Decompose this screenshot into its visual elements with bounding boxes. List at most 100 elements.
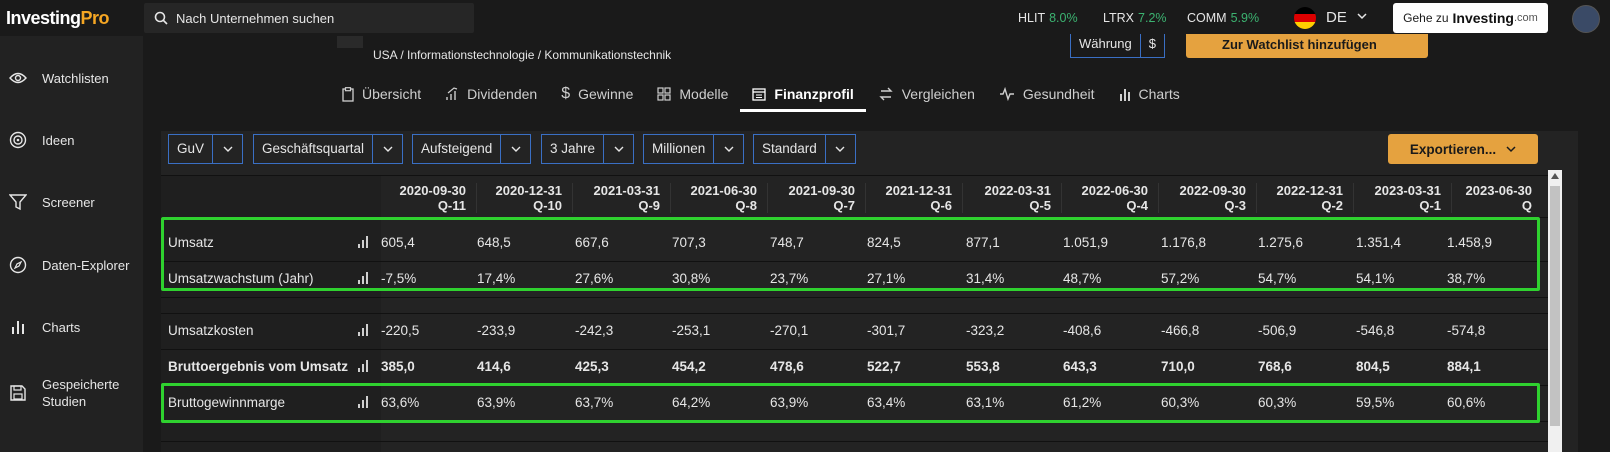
row-chart-icon[interactable] xyxy=(357,360,369,372)
table-cell: 522,7 xyxy=(867,359,901,374)
chevron-down-icon[interactable] xyxy=(500,135,530,163)
ticker-ltrx[interactable]: LTRX 7.2% xyxy=(1103,11,1167,25)
table-cell: 710,0 xyxy=(1161,359,1195,374)
tab-gewinne[interactable]: $ Gewinne xyxy=(549,76,645,112)
table-cell: 804,5 xyxy=(1356,359,1390,374)
sidebar-item-daten-explorer[interactable]: Daten-Explorer xyxy=(8,255,129,275)
germany-flag-icon[interactable] xyxy=(1294,7,1316,29)
chevron-down-icon[interactable] xyxy=(824,135,855,163)
search-input[interactable] xyxy=(176,10,466,26)
scrollbar-thumb[interactable] xyxy=(1550,186,1560,426)
column-header[interactable]: 2021-09-30 Q-7 xyxy=(765,183,856,213)
add-to-watchlist-button[interactable]: Zur Watchlist hinzufügen xyxy=(1186,34,1428,58)
sidebar-item-gespeicherte-studien[interactable]: Gespeicherte Studien xyxy=(8,376,132,410)
chevron-down-icon[interactable] xyxy=(372,135,402,163)
sidebar: Watchlisten Ideen Screener Daten-Explore… xyxy=(0,36,143,452)
column-separator xyxy=(1256,183,1257,213)
target-icon xyxy=(8,130,28,150)
bar-chart-icon xyxy=(1119,87,1131,101)
highlight-box xyxy=(161,383,1540,423)
column-header[interactable]: 2020-12-31 Q-10 xyxy=(472,183,563,213)
sidebar-item-charts[interactable]: Charts xyxy=(8,317,80,337)
column-header[interactable]: 2021-12-31 Q-6 xyxy=(862,183,953,213)
sidebar-item-screener[interactable]: Screener xyxy=(8,192,95,212)
tab-gesundheit[interactable]: Gesundheit xyxy=(987,76,1107,112)
table-cell: 414,6 xyxy=(477,359,511,374)
ticker-comm[interactable]: COMM 5.9% xyxy=(1187,11,1259,25)
sidebar-item-ideen[interactable]: Ideen xyxy=(8,130,75,150)
top-bar: InvestingPro HLIT8.0% LTRX7.2% COMM5.9% … xyxy=(0,0,1610,36)
table-cell: 768,6 xyxy=(1258,359,1292,374)
row-chart-icon[interactable] xyxy=(357,324,369,336)
statement-dropdown[interactable]: GuV xyxy=(168,134,244,164)
avatar[interactable] xyxy=(1572,5,1600,33)
language-selector[interactable]: DE xyxy=(1326,9,1347,26)
table-row[interactable]: Umsatzkosten -220,5 -233,9 -242,3 -253,1 -270… xyxy=(161,313,1561,349)
column-separator xyxy=(670,183,671,213)
table-cell: -506,9 xyxy=(1258,323,1297,338)
tab-vergleichen[interactable]: Vergleichen xyxy=(866,76,987,112)
units-dropdown[interactable]: Millionen xyxy=(643,134,745,164)
filter-icon xyxy=(8,192,28,212)
column-quarter: Q-4 xyxy=(1126,198,1148,213)
compass-icon xyxy=(8,255,28,275)
table-cell: -323,2 xyxy=(966,323,1005,338)
column-quarter: Q xyxy=(1521,198,1532,213)
tab-dividenden[interactable]: Dividenden xyxy=(433,76,549,112)
table-cell: -408,6 xyxy=(1063,323,1102,338)
column-date: 2023-06-30 xyxy=(1465,183,1533,198)
column-date: 2021-12-31 xyxy=(885,183,953,198)
table-cell: 553,8 xyxy=(966,359,1000,374)
back-button[interactable] xyxy=(337,36,363,48)
column-separator xyxy=(962,183,963,213)
column-header[interactable]: 2023-03-31 Q-1 xyxy=(1351,183,1442,213)
tab-uebersicht[interactable]: Übersicht xyxy=(330,76,433,112)
column-header[interactable]: 2022-06-30 Q-4 xyxy=(1058,183,1149,213)
column-header[interactable]: 2023-06-30 Q xyxy=(1442,183,1533,213)
vertical-scrollbar[interactable] xyxy=(1548,170,1562,452)
column-header[interactable]: 2022-03-31 Q-5 xyxy=(961,183,1052,213)
column-quarter: Q-8 xyxy=(735,198,757,213)
currency-selector[interactable]: Währung $ xyxy=(1070,34,1165,58)
column-separator xyxy=(1451,183,1452,213)
dollar-icon: $ xyxy=(561,85,571,102)
sidebar-item-watchlisten[interactable]: Watchlisten xyxy=(8,68,109,88)
view-dropdown[interactable]: Standard xyxy=(753,134,856,164)
column-header[interactable]: 2020-09-30 Q-11 xyxy=(376,183,467,213)
column-quarter: Q-10 xyxy=(533,198,562,213)
financial-profile-panel: GuV Geschäftsquartal Aufsteigend 3 Jahre… xyxy=(161,131,1578,452)
range-dropdown[interactable]: 3 Jahre xyxy=(541,134,635,164)
column-date: 2021-06-30 xyxy=(690,183,758,198)
eye-icon xyxy=(8,68,28,88)
column-quarter: Q-9 xyxy=(638,198,660,213)
column-quarter: Q-1 xyxy=(1419,198,1441,213)
column-header[interactable]: 2022-09-30 Q-3 xyxy=(1156,183,1247,213)
tab-charts[interactable]: Charts xyxy=(1107,76,1192,112)
tab-modelle[interactable]: Modelle xyxy=(645,76,740,112)
column-separator xyxy=(476,183,477,213)
order-dropdown[interactable]: Aufsteigend xyxy=(412,134,532,164)
table-cell: 425,3 xyxy=(575,359,609,374)
column-quarter: Q-11 xyxy=(437,198,466,213)
chevron-down-icon[interactable] xyxy=(713,135,743,163)
column-header[interactable]: 2021-06-30 Q-8 xyxy=(667,183,758,213)
table-row[interactable]: Bruttoergebnis vom Umsatz 385,0 414,6 425,3… xyxy=(161,349,1561,385)
investingpro-logo[interactable]: InvestingPro xyxy=(6,8,110,29)
table-cell: 478,6 xyxy=(770,359,804,374)
export-button[interactable]: Exportieren... xyxy=(1388,134,1538,164)
period-dropdown[interactable]: Geschäftsquartal xyxy=(253,134,404,164)
dividend-icon xyxy=(445,87,459,101)
chevron-down-icon[interactable] xyxy=(603,135,633,163)
chevron-down-icon[interactable] xyxy=(212,135,242,163)
column-header[interactable]: 2022-12-31 Q-2 xyxy=(1253,183,1344,213)
ticker-hlit[interactable]: HLIT 8.0% xyxy=(1018,11,1078,25)
scroll-up-arrow-icon[interactable] xyxy=(1551,173,1559,179)
table-cell: 385,0 xyxy=(381,359,415,374)
column-header[interactable]: 2021-03-31 Q-9 xyxy=(570,183,661,213)
table-cell: -270,1 xyxy=(770,323,809,338)
table-cell: -220,5 xyxy=(381,323,420,338)
chevron-down-icon[interactable] xyxy=(1357,12,1367,20)
goto-investing-button[interactable]: Gehe zu Investing .com xyxy=(1393,3,1548,33)
search-box[interactable] xyxy=(144,3,474,33)
tab-finanzprofil[interactable]: Finanzprofil xyxy=(740,76,867,112)
